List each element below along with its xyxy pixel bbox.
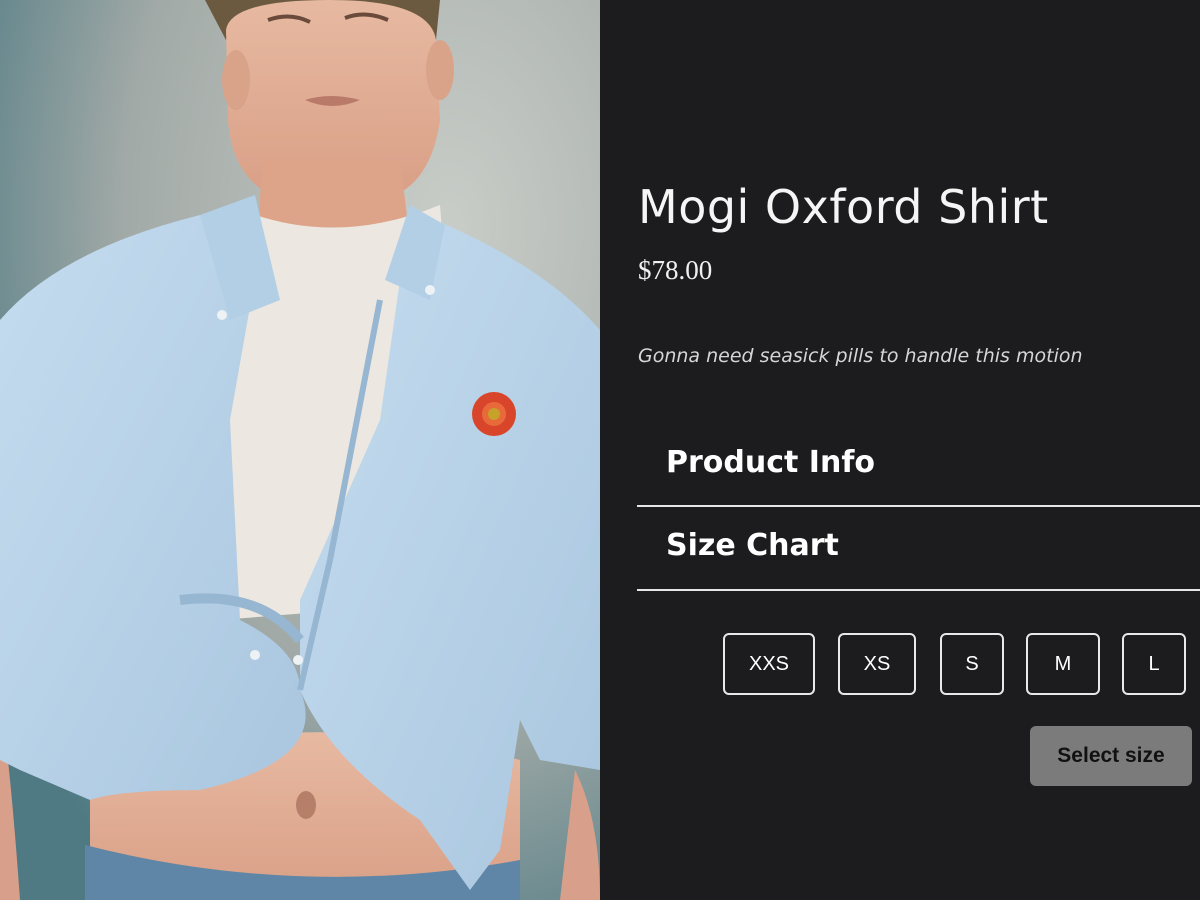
- model-illustration: [0, 0, 600, 900]
- accordion-label: Size Chart: [666, 527, 839, 563]
- accordion-label: Product Info: [666, 444, 875, 480]
- size-option-s[interactable]: S: [940, 633, 1004, 695]
- product-page: Mogi Oxford Shirt $78.00 Gonna need seas…: [0, 0, 1200, 900]
- product-details: Mogi Oxford Shirt $78.00 Gonna need seas…: [600, 0, 1200, 900]
- product-photo: [0, 0, 600, 900]
- left-ear: [222, 50, 250, 110]
- accordion-product-info[interactable]: Product Info: [637, 425, 1200, 507]
- button: [250, 650, 260, 660]
- size-option-xs[interactable]: XS: [838, 633, 916, 695]
- button: [425, 285, 435, 295]
- right-ear: [426, 40, 454, 100]
- button: [217, 310, 227, 320]
- product-price: $78.00: [638, 255, 713, 285]
- product-accordion: Product Info Size Chart: [637, 425, 1200, 591]
- select-size-button[interactable]: Select size: [1030, 726, 1192, 786]
- size-option-xxs[interactable]: XXS: [723, 633, 815, 695]
- flower-patch-icon: [472, 392, 516, 436]
- product-tagline: Gonna need seasick pills to handle this …: [638, 345, 1083, 367]
- navel: [296, 791, 316, 819]
- size-option-l[interactable]: L: [1122, 633, 1186, 695]
- product-title: Mogi Oxford Shirt: [638, 180, 1049, 234]
- size-option-m[interactable]: M: [1026, 633, 1100, 695]
- accordion-size-chart[interactable]: Size Chart: [637, 507, 1200, 591]
- button: [293, 655, 303, 665]
- size-options: XXS XS S M L: [600, 633, 1200, 695]
